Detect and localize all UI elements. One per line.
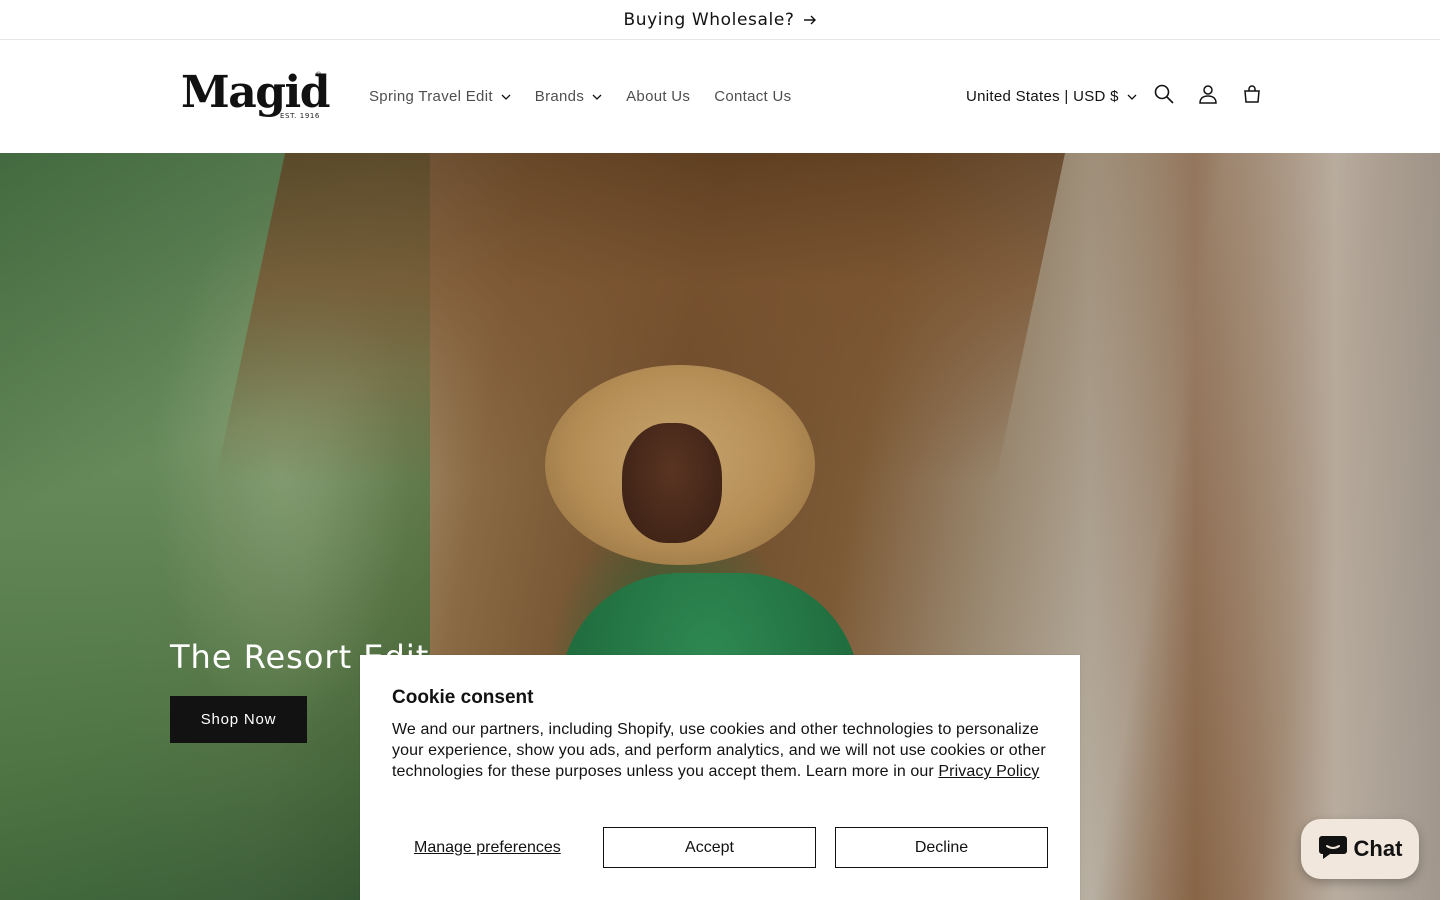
site-header: Magid ® EST. 1916 Spring Travel Edit Bra… <box>0 40 1440 153</box>
manage-preferences-link[interactable]: Manage preferences <box>414 827 561 868</box>
logo-established: EST. 1916 <box>280 112 320 120</box>
chat-label: Chat <box>1353 836 1403 861</box>
cookie-body: We and our partners, including Shopify, … <box>392 719 1048 782</box>
nav-item-label: Contact Us <box>714 88 792 105</box>
hero-image-model <box>622 423 722 543</box>
nav-item-contact-us[interactable]: Contact Us <box>714 88 791 105</box>
hero-image-colonnade <box>1090 153 1440 900</box>
cookie-title: Cookie consent <box>392 687 534 708</box>
logo-wordmark: Magid <box>181 67 330 118</box>
main-nav: Spring Travel Edit Brands About Us Conta… <box>369 40 815 153</box>
announcement-text[interactable]: Buying Wholesale? <box>623 10 794 30</box>
cart-button[interactable] <box>1230 74 1274 118</box>
cookie-consent-banner: Cookie consent We and our partners, incl… <box>360 655 1080 900</box>
arrow-right-icon <box>803 14 817 26</box>
chat-button[interactable]: Chat <box>1301 819 1419 879</box>
header-utilities: United States | USD $ <box>966 40 1260 153</box>
nav-item-brands[interactable]: Brands <box>535 88 602 105</box>
accept-button[interactable]: Accept <box>603 827 816 868</box>
country-currency-selector[interactable]: United States | USD $ <box>966 88 1137 105</box>
brand-logo[interactable]: Magid ® EST. 1916 <box>181 67 330 126</box>
chevron-down-icon <box>592 94 602 100</box>
nav-item-about-us[interactable]: About Us <box>626 88 690 105</box>
account-button[interactable] <box>1186 74 1230 118</box>
decline-button[interactable]: Decline <box>835 827 1048 868</box>
announcement-bar[interactable]: Buying Wholesale? <box>0 0 1440 40</box>
nav-item-label: Brands <box>534 88 585 105</box>
privacy-policy-link[interactable]: Privacy Policy <box>938 763 1039 780</box>
chat-bubble-icon <box>1318 834 1348 865</box>
cart-icon <box>1242 84 1262 109</box>
nav-item-label: Spring Travel Edit <box>369 88 493 105</box>
chevron-down-icon <box>1127 94 1137 100</box>
search-icon <box>1154 84 1174 109</box>
account-icon <box>1198 84 1218 109</box>
nav-item-label: About Us <box>626 88 691 105</box>
currency-label: United States | USD $ <box>966 88 1119 105</box>
cookie-actions: Manage preferences Accept Decline <box>392 827 1048 868</box>
chevron-down-icon <box>501 94 511 100</box>
search-button[interactable] <box>1142 74 1186 118</box>
logo-registered-mark: ® <box>316 72 322 79</box>
nav-item-spring-travel-edit[interactable]: Spring Travel Edit <box>369 88 511 105</box>
shop-now-button[interactable]: Shop Now <box>170 696 307 743</box>
